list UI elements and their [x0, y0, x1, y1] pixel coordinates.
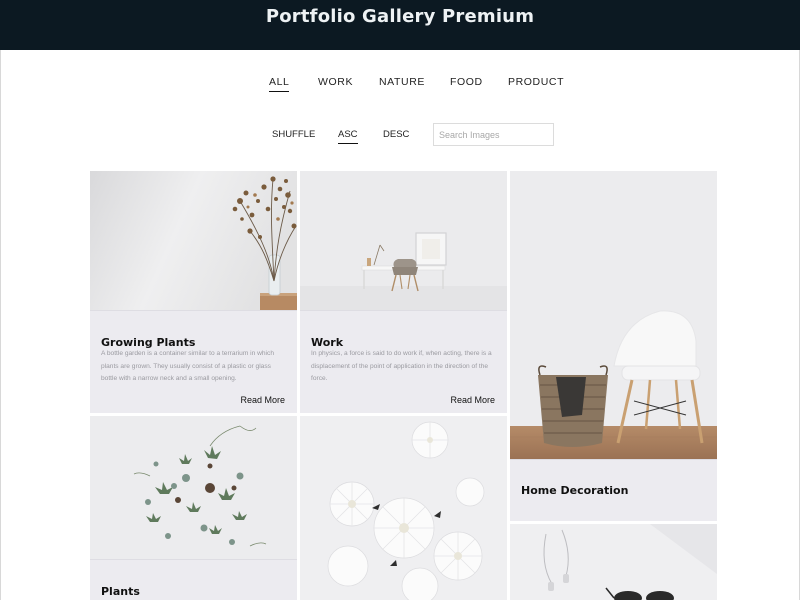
plants-info: Plants — [90, 559, 297, 600]
site-header: Portfolio Gallery Premium — [0, 0, 800, 50]
gallery-card-growing-plants[interactable]: Growing Plants A bottle garden is a cont… — [90, 171, 297, 413]
filter-food[interactable]: FOOD — [450, 76, 483, 88]
card-description: A bottle garden is a container similar t… — [101, 350, 274, 382]
home-decoration-photo — [510, 171, 717, 459]
growing-plants-info: Growing Plants A bottle garden is a cont… — [90, 310, 297, 413]
filter-all[interactable]: ALL — [269, 76, 290, 92]
home-decoration-image — [510, 171, 717, 459]
flowers-image — [300, 416, 507, 600]
flowers-photo — [300, 416, 507, 600]
gallery-card-flowers[interactable] — [300, 416, 507, 600]
work-photo — [300, 171, 507, 310]
filter-product[interactable]: PRODUCT — [508, 76, 564, 88]
growing-plants-photo — [90, 171, 297, 310]
sort-asc[interactable]: ASC — [338, 129, 358, 144]
product-image — [510, 524, 717, 600]
filter-work[interactable]: WORK — [318, 76, 353, 88]
gallery-card-work[interactable]: Work In physics, a force is said to do w… — [300, 171, 507, 413]
work-info: Work In physics, a force is said to do w… — [300, 310, 507, 413]
plants-photo — [90, 416, 297, 559]
read-more-link[interactable]: Read More — [450, 395, 495, 405]
card-title: Plants — [101, 585, 140, 598]
card-title: Home Decoration — [521, 484, 629, 497]
search-input[interactable] — [433, 123, 554, 146]
growing-plants-image — [90, 171, 297, 310]
filter-nature[interactable]: NATURE — [379, 76, 425, 88]
plants-image — [90, 416, 297, 559]
work-desk-image — [300, 171, 507, 310]
product-photo — [510, 524, 717, 600]
home-decoration-info: Home Decoration — [510, 459, 717, 521]
sort-bar: SHUFFLE ASC DESC — [0, 123, 800, 150]
sort-shuffle[interactable]: SHUFFLE — [272, 129, 315, 140]
gallery-card-home-decoration[interactable]: Home Decoration — [510, 171, 717, 521]
card-description: In physics, a force is said to do work i… — [311, 350, 492, 382]
read-more-link[interactable]: Read More — [240, 395, 285, 405]
page-title: Portfolio Gallery Premium — [265, 6, 535, 27]
category-filter-bar: ALL WORK NATURE FOOD PRODUCT — [0, 76, 800, 96]
gallery-card-product[interactable] — [510, 524, 717, 600]
sort-desc[interactable]: DESC — [383, 129, 409, 140]
gallery-card-plants[interactable]: Plants — [90, 416, 297, 600]
